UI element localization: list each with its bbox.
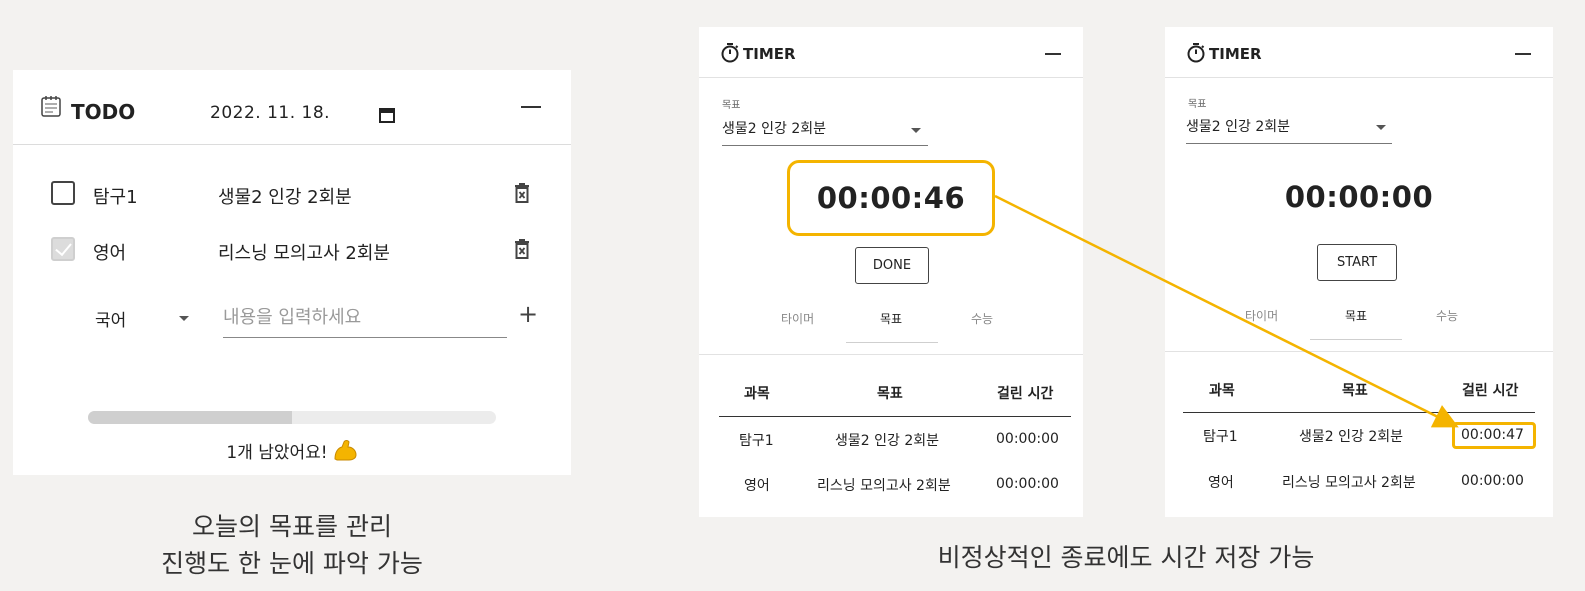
tab-exam[interactable]: 수능 xyxy=(971,310,993,327)
date-display[interactable]: 2022. 11. 18. xyxy=(210,103,330,123)
tab-timer[interactable]: 타이머 xyxy=(781,310,814,327)
table-header-rule xyxy=(1183,412,1535,413)
goal-label: 목표 xyxy=(722,100,741,111)
column-header: 과목 xyxy=(1209,383,1235,399)
column-header: 목표 xyxy=(1342,383,1368,399)
remaining-message: 1개 남았어요! xyxy=(13,438,571,463)
todo-task: 생물2 인강 2회분 xyxy=(218,187,352,208)
table-cell: 00:00:00 xyxy=(1461,473,1524,489)
todo-header: TODO 2022. 11. 18. xyxy=(13,70,571,145)
table-header-rule xyxy=(719,416,1071,417)
collapse-button[interactable] xyxy=(1515,53,1531,55)
done-button[interactable]: DONE xyxy=(855,247,929,284)
tab-indicator xyxy=(846,342,938,343)
flexed-biceps-icon xyxy=(334,440,357,461)
subject-select[interactable]: 국어 xyxy=(95,306,126,331)
highlight-box xyxy=(787,160,995,236)
column-header: 걸린 시간 xyxy=(1462,383,1519,399)
todo-checkbox[interactable] xyxy=(51,237,75,261)
tab-indicator xyxy=(1310,339,1402,340)
remaining-text: 1개 남았어요! xyxy=(226,443,328,463)
collapse-button[interactable] xyxy=(521,106,541,108)
goal-label: 목표 xyxy=(1188,99,1207,110)
divider xyxy=(1165,351,1553,352)
goal-value: 생물2 인강 2회분 xyxy=(1186,119,1290,135)
column-header: 과목 xyxy=(744,386,770,402)
progress-bar xyxy=(88,411,496,424)
caption-right: 비정상적인 종료에도 시간 저장 가능 xyxy=(937,543,1315,572)
todo-title: TODO xyxy=(71,100,136,124)
todo-task: 리스닝 모의고사 2회분 xyxy=(218,243,390,264)
timer-title: TIMER xyxy=(743,45,796,63)
table-cell: 리스닝 모의고사 2회분 xyxy=(817,478,951,494)
table-cell: 00:00:00 xyxy=(996,476,1059,492)
todo-checkbox[interactable] xyxy=(51,181,75,205)
timer-title: TIMER xyxy=(1209,45,1262,63)
goal-select[interactable]: 생물2 인강 2회분 xyxy=(1186,116,1392,144)
start-button[interactable]: START xyxy=(1317,244,1397,281)
progress-fill xyxy=(88,411,292,424)
goal-select[interactable]: 생물2 인강 2회분 xyxy=(722,118,928,146)
add-icon[interactable]: + xyxy=(518,300,538,328)
table-cell: 생물2 인강 2회분 xyxy=(1299,429,1403,445)
notepad-icon xyxy=(41,96,61,117)
caption-left-2: 진행도 한 눈에 파악 가능 xyxy=(161,549,423,578)
table-cell: 00:00:00 xyxy=(996,431,1059,447)
table-cell: 탐구1 xyxy=(739,433,774,449)
trash-icon[interactable] xyxy=(513,182,531,204)
tab-timer[interactable]: 타이머 xyxy=(1245,307,1278,324)
highlight-box xyxy=(1452,422,1536,449)
tab-exam[interactable]: 수능 xyxy=(1436,307,1458,324)
divider xyxy=(699,354,1083,355)
trash-icon[interactable] xyxy=(513,238,531,260)
timer-header: TIMER xyxy=(699,27,1083,78)
table-cell: 리스닝 모의고사 2회분 xyxy=(1282,475,1416,491)
column-header: 목표 xyxy=(877,386,903,402)
caption-left-1: 오늘의 목표를 관리 xyxy=(192,512,392,541)
tab-goal[interactable]: 목표 xyxy=(880,310,902,327)
todo-item: 영어 리스닝 모의고사 2회분 xyxy=(13,229,571,269)
table-cell: 영어 xyxy=(744,478,770,494)
chevron-down-icon[interactable] xyxy=(1376,125,1386,130)
column-header: 걸린 시간 xyxy=(997,386,1054,402)
timer-header: TIMER xyxy=(1165,27,1553,78)
todo-subject: 영어 xyxy=(93,243,127,264)
stopwatch-icon xyxy=(721,43,739,63)
todo-subject: 탐구1 xyxy=(93,187,138,208)
stopwatch-icon xyxy=(1187,43,1205,63)
table-cell: 생물2 인강 2회분 xyxy=(835,433,939,449)
task-input[interactable]: 내용을 입력하세요 xyxy=(223,302,507,338)
chevron-down-icon[interactable] xyxy=(911,128,921,133)
todo-card: TODO 2022. 11. 18. 탐구1 생물2 인강 2회분 영어 리스닝… xyxy=(13,70,571,475)
chevron-down-icon[interactable] xyxy=(179,316,189,321)
table-cell: 영어 xyxy=(1208,475,1234,491)
timer-card: TIMER 목표 생물2 인강 2회분 00:00:46 DONE 타이머 목표… xyxy=(699,27,1083,517)
tab-goal[interactable]: 목표 xyxy=(1345,307,1367,324)
todo-item: 탐구1 생물2 인강 2회분 xyxy=(13,173,571,213)
collapse-button[interactable] xyxy=(1045,53,1061,55)
table-cell: 탐구1 xyxy=(1203,429,1238,445)
goal-value: 생물2 인강 2회분 xyxy=(722,121,826,137)
calendar-icon[interactable] xyxy=(379,107,395,123)
elapsed-time: 00:00:00 xyxy=(1284,180,1434,214)
